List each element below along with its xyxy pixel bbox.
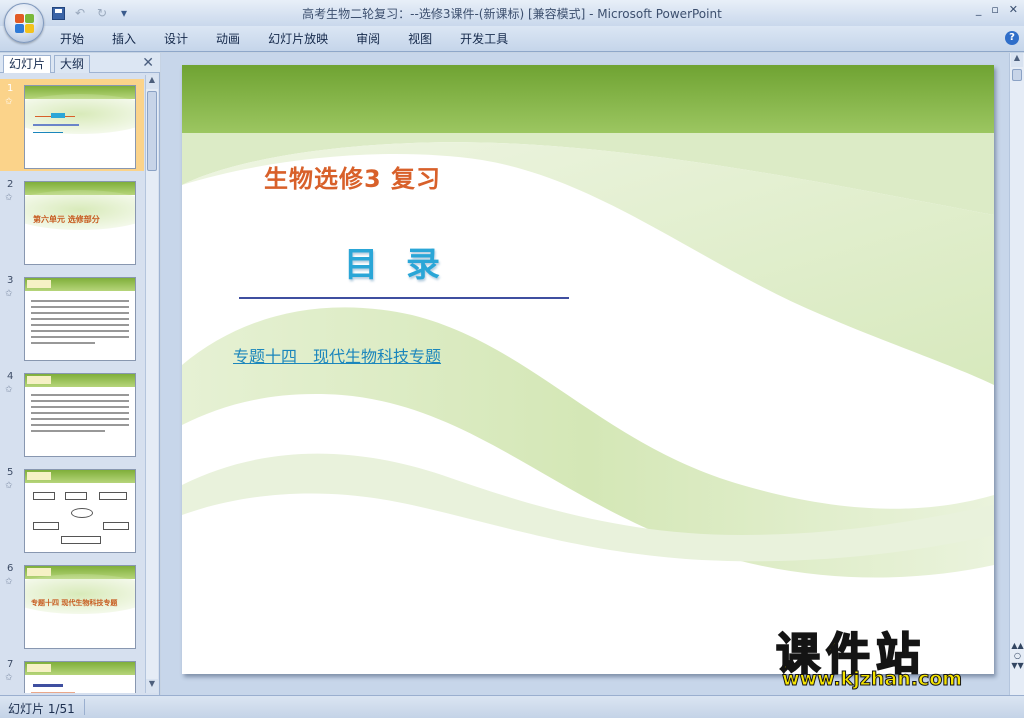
slide-preview: 专题十四 现代生物科技专题 bbox=[24, 565, 136, 649]
thumbnail-title: 第六单元 选修部分 bbox=[33, 215, 100, 224]
slide-preview bbox=[24, 85, 136, 169]
slide-number: 1 bbox=[7, 83, 14, 94]
slide-number: 6 bbox=[7, 563, 14, 574]
slide-heading[interactable]: 目录 bbox=[344, 237, 468, 286]
close-pane-icon[interactable]: ✕ bbox=[142, 55, 154, 71]
scroll-thumb[interactable] bbox=[147, 91, 157, 171]
slide-thumbnail-7[interactable]: 7 ✩ bbox=[0, 655, 144, 693]
slide-thumbnail-1[interactable]: 1 ✩ bbox=[0, 79, 144, 171]
tab-view[interactable]: 视图 bbox=[394, 30, 446, 48]
close-button[interactable]: ✕ bbox=[1009, 3, 1018, 16]
slide-preview bbox=[24, 469, 136, 553]
tab-insert[interactable]: 插入 bbox=[98, 30, 150, 48]
tab-animations[interactable]: 动画 bbox=[202, 30, 254, 48]
slide-number: 2 bbox=[7, 179, 14, 190]
thumbnail-title: 专题十四 现代生物科技专题 bbox=[31, 599, 118, 607]
thumbnail-scrollbar[interactable]: ▲ ▼ bbox=[145, 75, 158, 693]
slide-title[interactable]: 生物选修3 复习 bbox=[264, 159, 441, 194]
slide-thumbnail-4[interactable]: 4 ✩ bbox=[0, 367, 144, 459]
minimize-button[interactable]: _ bbox=[976, 3, 982, 16]
heading-underline bbox=[239, 297, 569, 299]
tab-design[interactable]: 设计 bbox=[150, 30, 202, 48]
slide-number: 3 bbox=[7, 275, 14, 286]
title-bar: ↶ ↻ ▾ 高考生物二轮复习：--选修3课件-(新课标) [兼容模式] - Mi… bbox=[0, 0, 1024, 26]
next-slide-icon[interactable]: ▼▼ bbox=[1011, 661, 1024, 671]
ribbon-tab-bar: 开始 插入 设计 动画 幻灯片放映 审阅 视图 开发工具 ? bbox=[0, 26, 1024, 52]
slide-thumbnail-3[interactable]: 3 ✩ bbox=[0, 271, 144, 363]
animation-star-icon: ✩ bbox=[5, 577, 13, 587]
scroll-up-icon[interactable]: ▲ bbox=[146, 75, 158, 89]
slide-thumbnail-list: 1 ✩ 2 ✩ 第六单元 选修部分 3 ✩ 4 ✩ 5 ✩ 6 ✩ 专题十四 现… bbox=[0, 75, 144, 693]
slide-number: 5 bbox=[7, 467, 14, 478]
slide-number: 7 bbox=[7, 659, 14, 670]
select-browse-icon[interactable]: ○ bbox=[1011, 651, 1024, 661]
slide-number: 4 bbox=[7, 371, 14, 382]
animation-star-icon: ✩ bbox=[5, 673, 13, 683]
slide-preview: 第六单元 选修部分 bbox=[24, 181, 136, 265]
tab-slide-show[interactable]: 幻灯片放映 bbox=[254, 30, 342, 48]
slide-preview bbox=[24, 277, 136, 361]
watermark-url: www.kjzhan.com bbox=[781, 668, 963, 691]
slide-thumbnail-6[interactable]: 6 ✩ 专题十四 现代生物科技专题 bbox=[0, 559, 144, 651]
animation-star-icon: ✩ bbox=[5, 97, 13, 107]
watermark: 课件站 www.kjzhan.com bbox=[772, 618, 1008, 696]
pane-tab-bar: 幻灯片 大纲 ✕ bbox=[0, 53, 160, 73]
slide-background bbox=[182, 65, 994, 578]
window-title: 高考生物二轮复习：--选修3课件-(新课标) [兼容模式] - Microsof… bbox=[302, 7, 722, 21]
previous-slide-icon[interactable]: ▲▲ bbox=[1011, 641, 1024, 651]
slide-editing-area: 生物选修3 复习 目录 专题十四 现代生物科技专题 bbox=[161, 53, 1009, 695]
current-slide[interactable]: 生物选修3 复习 目录 专题十四 现代生物科技专题 bbox=[182, 65, 994, 674]
tab-slides[interactable]: 幻灯片 bbox=[3, 55, 52, 73]
slide-thumbnail-5[interactable]: 5 ✩ bbox=[0, 463, 144, 555]
window-controls: _ ▫ ✕ bbox=[976, 3, 1018, 16]
slide-preview bbox=[24, 661, 136, 693]
office-button[interactable] bbox=[4, 3, 44, 43]
animation-star-icon: ✩ bbox=[5, 193, 13, 203]
slide-navigation: ▲▲ ○ ▼▼ bbox=[1011, 641, 1024, 671]
tab-outline[interactable]: 大纲 bbox=[54, 55, 91, 73]
scroll-up-icon[interactable]: ▲ bbox=[1011, 53, 1023, 67]
animation-star-icon: ✩ bbox=[5, 481, 13, 491]
animation-star-icon: ✩ bbox=[5, 385, 13, 395]
powerpoint-window: ↶ ↻ ▾ 高考生物二轮复习：--选修3课件-(新课标) [兼容模式] - Mi… bbox=[0, 0, 1024, 718]
topic-hyperlink[interactable]: 专题十四 现代生物科技专题 bbox=[233, 343, 441, 367]
slide-thumbnail-2[interactable]: 2 ✩ 第六单元 选修部分 bbox=[0, 175, 144, 267]
animation-star-icon: ✩ bbox=[5, 289, 13, 299]
slide-preview bbox=[24, 373, 136, 457]
scroll-down-icon[interactable]: ▼ bbox=[146, 679, 158, 693]
restore-button[interactable]: ▫ bbox=[991, 3, 998, 16]
status-divider bbox=[84, 699, 85, 715]
slides-pane: 幻灯片 大纲 ✕ 1 ✩ 2 ✩ 第六单元 选修部分 3 ✩ 4 ✩ 5 ✩ 6… bbox=[0, 53, 160, 695]
tab-review[interactable]: 审阅 bbox=[342, 30, 394, 48]
office-logo-icon bbox=[15, 14, 35, 34]
slide-scrollbar[interactable]: ▲ ▲▲ ○ ▼▼ bbox=[1009, 53, 1024, 695]
slide-counter: 幻灯片 1/51 bbox=[8, 702, 75, 716]
status-bar: 幻灯片 1/51 bbox=[0, 695, 1024, 718]
tab-home[interactable]: 开始 bbox=[46, 30, 98, 48]
scroll-thumb[interactable] bbox=[1012, 69, 1022, 81]
help-icon[interactable]: ? bbox=[1005, 31, 1019, 45]
tab-developer[interactable]: 开发工具 bbox=[446, 30, 522, 48]
